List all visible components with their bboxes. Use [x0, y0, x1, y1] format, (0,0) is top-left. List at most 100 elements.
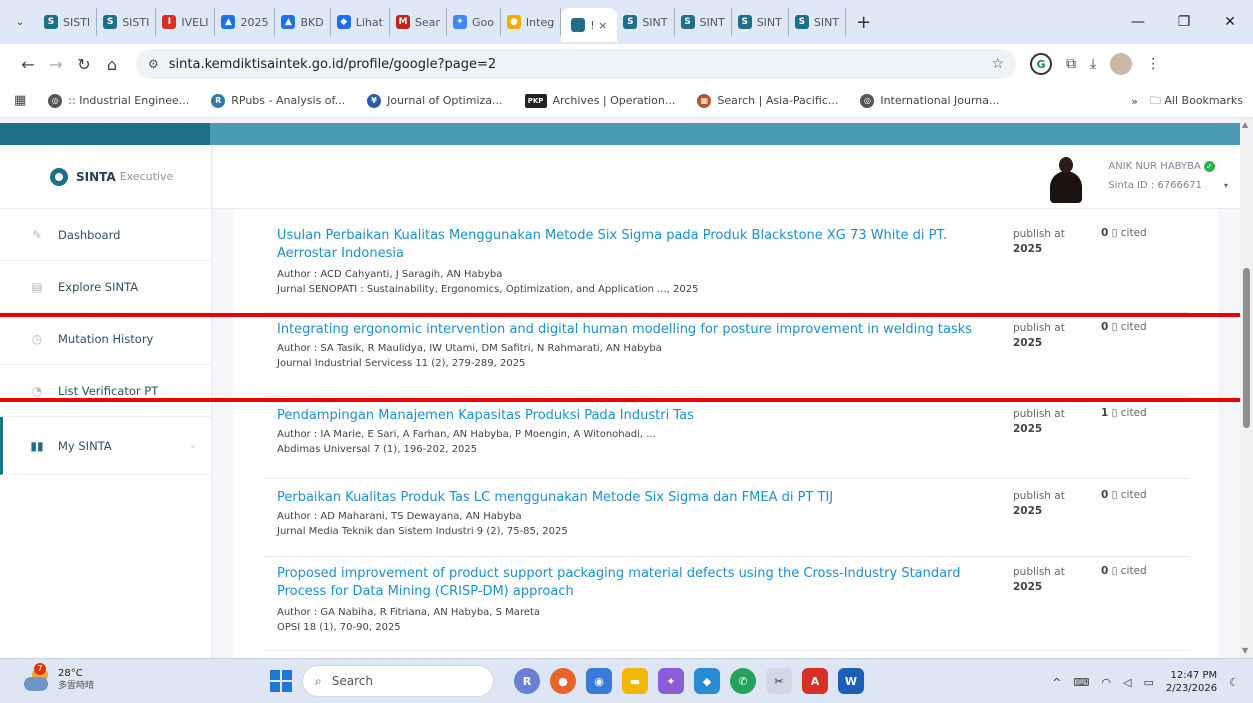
new-tab-icon[interactable]: +: [856, 12, 871, 33]
bookmark-label: :: Industrial Enginee...: [68, 94, 190, 107]
reload-icon[interactable]: ↻: [70, 55, 98, 74]
bookmark-favicon-icon: PKP: [524, 93, 547, 108]
cited-label: cited: [1120, 321, 1147, 333]
page-scrollbar[interactable]: ▲ ▼: [1240, 118, 1253, 658]
browser-tab[interactable]: S SISTI: [97, 8, 157, 36]
pdf-reader-icon[interactable]: A: [802, 668, 828, 694]
publication-title-link[interactable]: Integrating ergonomic intervention and d…: [277, 321, 997, 339]
browser-tab[interactable]: ▲ 2025: [215, 8, 276, 36]
keyboard-icon[interactable]: ⌨: [1073, 676, 1089, 689]
browser-tab[interactable]: I IVELI: [156, 8, 216, 36]
sidebar-item-list-verificator-pt[interactable]: ◔ List Verificator PT: [0, 365, 211, 417]
publication-row: Pendampingan Manajemen Kapasitas Produks…: [263, 407, 1189, 479]
search-placeholder: Search: [331, 674, 373, 688]
tab-search-chevron-icon[interactable]: ⌄: [8, 10, 32, 34]
tab-favicon-icon: S: [794, 15, 809, 29]
publish-year: 2025: [1013, 337, 1043, 349]
publication-title-link[interactable]: Usulan Perbaikan Kualitas Menggunakan Me…: [277, 227, 997, 263]
active-tab[interactable]: ! ×: [561, 8, 618, 42]
all-bookmarks[interactable]: 🗀 All Bookmarks: [1150, 92, 1243, 111]
user-dropdown-icon[interactable]: ▾: [1224, 181, 1228, 190]
tab-title: 2025: [240, 15, 269, 29]
tab-favicon-icon: S: [103, 15, 118, 29]
bookmark-item[interactable]: ◎:: Industrial Enginee...: [48, 93, 190, 108]
publish-date: publish at 2025: [1013, 407, 1065, 437]
sidebar-item-my-sinta[interactable]: ▮▮ My SINTA ⌄: [0, 417, 211, 475]
bookmark-item[interactable]: ¥ Journal of Optimiza...: [367, 93, 503, 108]
notification-icon[interactable]: ☾: [1229, 676, 1239, 689]
sinta-brand[interactable]: SINTA Executive: [0, 145, 211, 209]
bookmark-star-icon[interactable]: ☆: [991, 56, 1004, 72]
home-icon[interactable]: ⌂: [98, 55, 126, 74]
sinta-id: Sinta ID : 6766671: [1108, 180, 1202, 191]
browser-tab[interactable]: S SINT: [789, 8, 847, 36]
bookmark-item[interactable]: R RPubs - Analysis of...: [211, 93, 345, 108]
more-bookmarks-icon[interactable]: »: [1131, 95, 1138, 108]
scrollbar-thumb[interactable]: [1243, 268, 1250, 428]
bookmark-item[interactable]: PKP Archives | Operation...: [524, 93, 675, 108]
profile-avatar[interactable]: [1110, 53, 1133, 75]
close-window-icon[interactable]: ✕: [1207, 14, 1253, 30]
snipping-tool-icon[interactable]: ✂: [766, 668, 792, 694]
minimize-icon[interactable]: —: [1115, 14, 1161, 30]
publish-label: publish at: [1013, 322, 1065, 334]
chrome-app-icon[interactable]: ◉: [586, 668, 612, 694]
browser-menu-icon[interactable]: ⋮: [1146, 56, 1160, 72]
restore-icon[interactable]: ❐: [1161, 14, 1207, 30]
battery-icon[interactable]: ▭: [1143, 676, 1153, 689]
download-icon[interactable]: ⤓: [1090, 56, 1096, 72]
site-info-icon[interactable]: ⚙: [148, 57, 159, 71]
app-r-icon[interactable]: R: [514, 668, 540, 694]
back-icon[interactable]: ←: [14, 55, 42, 74]
browser-tab[interactable]: ◆ Lihat: [331, 8, 390, 36]
sidebar-item-label: My SINTA: [58, 438, 112, 453]
address-bar[interactable]: ⚙ sinta.kemdiktisaintek.go.id/profile/go…: [136, 49, 1016, 79]
tab-favicon-icon: S: [680, 15, 695, 29]
browser-tab[interactable]: S SINT: [675, 8, 732, 36]
sidebar-item-dashboard[interactable]: ✎ Dashboard: [0, 209, 211, 261]
weather-widget[interactable]: 7 28°C 多雲時晴: [24, 663, 94, 693]
browser-tab[interactable]: S SINT: [732, 8, 789, 36]
clock[interactable]: 12:47 PM 2/23/2026: [1166, 669, 1217, 695]
apps-grid-icon[interactable]: ▦: [14, 93, 26, 108]
copilot-icon[interactable]: ✦: [658, 668, 684, 694]
publication-title-link[interactable]: Pendampingan Manajemen Kapasitas Produks…: [277, 407, 997, 425]
browser-tab[interactable]: ▲ BKD: [275, 8, 331, 36]
url-text[interactable]: sinta.kemdiktisaintek.go.id/profile/goog…: [169, 57, 992, 72]
browser-tab[interactable]: ● Integ: [501, 8, 562, 36]
sidebar-item-explore-sinta[interactable]: ▤ Explore SINTA: [0, 261, 211, 313]
taskbar-search[interactable]: ⌕ Search: [302, 665, 494, 697]
bookmark-item[interactable]: ▦ Search | Asia-Pacific...: [697, 93, 838, 108]
whatsapp-icon[interactable]: ✆: [730, 668, 756, 694]
publication-title-link[interactable]: Proposed improvement of product support …: [277, 565, 997, 601]
top-color-bar: [0, 123, 1240, 145]
publish-date: publish at 2025: [1013, 321, 1065, 351]
highlight-line-top: [0, 313, 1253, 317]
photos-app-icon[interactable]: ◆: [694, 668, 720, 694]
word-app-icon[interactable]: W: [838, 668, 864, 694]
browser-tab[interactable]: S SINT: [617, 8, 675, 36]
browser-app-icon[interactable]: ●: [550, 668, 576, 694]
volume-icon[interactable]: ◁: [1123, 676, 1131, 689]
scroll-up-icon[interactable]: ▲: [1242, 120, 1248, 129]
tray-overflow-icon[interactable]: ^: [1052, 676, 1061, 689]
cited-count: 0 ▯ cited: [1101, 489, 1147, 501]
browser-tab[interactable]: ✦ Goo: [447, 8, 501, 36]
sidebar-item-mutation-history[interactable]: ◷ Mutation History: [0, 313, 211, 365]
extensions-icon[interactable]: ⧉: [1066, 56, 1076, 72]
tab-favicon-icon: S: [44, 15, 58, 29]
grammarly-extension-icon[interactable]: G: [1030, 53, 1052, 75]
wifi-icon[interactable]: ◠: [1101, 676, 1111, 689]
publication-title-link[interactable]: Perbaikan Kualitas Produk Tas LC menggun…: [277, 489, 997, 507]
cited-count: 0 ▯ cited: [1101, 227, 1147, 239]
user-name: ANIK NUR HABYBA: [1108, 161, 1201, 172]
user-profile[interactable]: ANIK NUR HABYBA ✓ Sinta ID : 6766671 ▾: [1046, 151, 1228, 203]
forward-icon[interactable]: →: [42, 55, 70, 74]
browser-tab[interactable]: S SISTI: [38, 8, 98, 36]
windows-start-icon[interactable]: [270, 670, 292, 692]
browser-tab[interactable]: M Sear: [390, 8, 447, 36]
scroll-down-icon[interactable]: ▼: [1242, 646, 1248, 655]
cited-count: 1 ▯ cited: [1101, 407, 1147, 419]
file-explorer-icon[interactable]: ▬: [622, 668, 648, 694]
bookmark-item[interactable]: ◎ International Journa...: [860, 93, 1000, 108]
